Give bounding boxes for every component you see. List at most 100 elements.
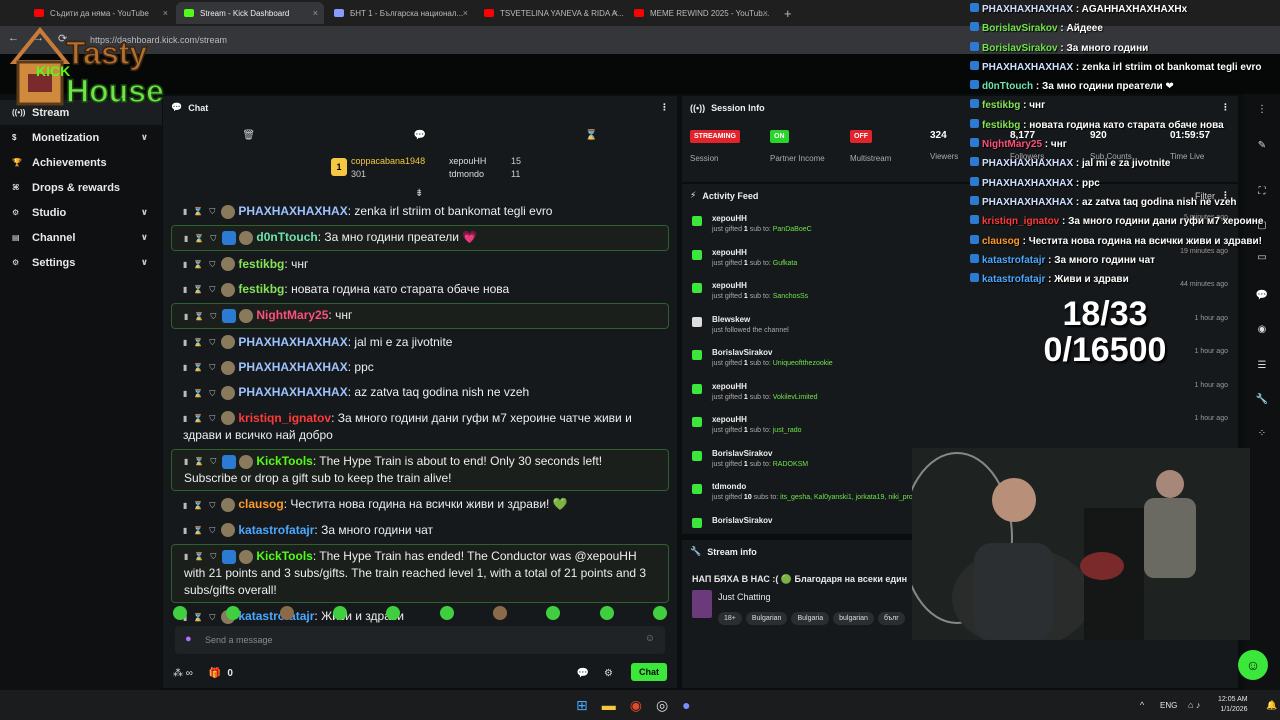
stream-tag[interactable]: бълг bbox=[877, 612, 905, 625]
chat-username[interactable]: PHAXHAXHAXHAX bbox=[238, 385, 347, 399]
new-tab-icon[interactable]: + bbox=[776, 6, 800, 21]
timeout-icon[interactable]: ⌛ bbox=[193, 281, 203, 298]
emote-icon[interactable] bbox=[546, 606, 561, 620]
chat-username[interactable]: NightMary25 bbox=[256, 308, 328, 322]
chat-username[interactable]: katastrofatajr bbox=[238, 523, 314, 537]
sidebar-item-settings[interactable]: ⚙ Settings ∨ bbox=[0, 250, 162, 275]
discord-icon[interactable]: ● bbox=[682, 697, 690, 714]
stream-tag[interactable]: Bulgaria bbox=[791, 612, 830, 625]
stream-tag[interactable]: 18+ bbox=[718, 612, 742, 625]
chat-username[interactable]: PHAXHAXHAXHAX bbox=[238, 360, 347, 374]
pin-icon[interactable]: ▮ bbox=[183, 410, 187, 427]
pin-icon[interactable]: ▮ bbox=[184, 230, 188, 247]
mic-icon[interactable]: ● bbox=[185, 633, 192, 645]
activity-target[interactable]: Uniqueoftthezookie bbox=[773, 360, 833, 367]
obs-icon[interactable]: ◎ bbox=[656, 697, 668, 714]
emote-icon[interactable] bbox=[599, 606, 614, 620]
chat-username[interactable]: KickTools bbox=[256, 454, 312, 468]
ban-icon[interactable]: ⛉ bbox=[209, 334, 215, 351]
sidebar-item-achievements[interactable]: 🏆 Achievements bbox=[0, 150, 162, 175]
pin-icon[interactable]: ▮ bbox=[183, 203, 187, 220]
emote-icon[interactable] bbox=[173, 606, 187, 620]
browser-tab[interactable]: Stream - Kick Dashboard × bbox=[176, 2, 324, 24]
ban-icon[interactable]: ⛉ bbox=[209, 522, 215, 539]
chat-username[interactable]: festikbg bbox=[238, 257, 284, 271]
activity-target[interactable]: VokilevLimited bbox=[773, 394, 818, 401]
support-chat-button[interactable]: ☺ bbox=[1238, 650, 1268, 680]
activity-target[interactable]: Gufkata bbox=[773, 260, 798, 267]
timeout-icon[interactable]: ⌛ bbox=[193, 359, 203, 376]
timeout-icon[interactable]: ⌛ bbox=[194, 453, 204, 470]
chevron-down-icon[interactable]: ∨ bbox=[141, 232, 148, 243]
list-icon[interactable]: ☰ bbox=[1255, 360, 1269, 374]
sidebar-item-drops-rewards[interactable]: ⌘ Drops & rewards bbox=[0, 175, 162, 200]
timeout-icon[interactable]: ⌛ bbox=[193, 522, 203, 539]
ban-icon[interactable]: ⛉ bbox=[209, 385, 215, 402]
hourglass-icon[interactable]: ⌛ bbox=[585, 130, 597, 141]
pin-icon[interactable]: ▮ bbox=[184, 548, 188, 565]
emote-icon[interactable] bbox=[332, 606, 347, 620]
tab-close-icon[interactable]: × bbox=[763, 8, 768, 18]
emote-icon[interactable] bbox=[439, 606, 454, 620]
infinity-icon[interactable]: ⁂ ∞ bbox=[173, 668, 193, 679]
ban-icon[interactable]: ⛉ bbox=[209, 497, 215, 514]
start-icon[interactable]: ⊞ bbox=[576, 697, 588, 714]
ban-icon[interactable]: ⛉ bbox=[209, 203, 215, 220]
ban-icon[interactable]: ⛉ bbox=[209, 256, 215, 273]
timeout-icon[interactable]: ⌛ bbox=[194, 230, 204, 247]
scroll-down-icon[interactable]: ⇟ bbox=[415, 188, 423, 199]
stream-tag[interactable]: Bulgarian bbox=[745, 612, 788, 625]
chat-username[interactable]: KickTools bbox=[256, 549, 312, 563]
ban-icon[interactable]: ⛉ bbox=[210, 230, 216, 247]
ban-icon[interactable]: ⛉ bbox=[210, 548, 216, 565]
ban-icon[interactable]: ⛉ bbox=[209, 359, 215, 376]
emote-icon[interactable] bbox=[226, 606, 241, 620]
pin-icon[interactable]: ▮ bbox=[183, 385, 187, 402]
wrench-icon[interactable]: 🔧 bbox=[1255, 394, 1269, 408]
tab-close-icon[interactable]: × bbox=[163, 8, 168, 18]
clock[interactable]: 12:05 AM 1/1/2026 bbox=[1218, 695, 1248, 715]
tab-close-icon[interactable]: × bbox=[613, 8, 618, 18]
activity-target[interactable]: RADOKSM bbox=[773, 461, 808, 468]
chat-username[interactable]: kristiqn_ignatov bbox=[238, 411, 331, 425]
pin-icon[interactable]: ▮ bbox=[183, 359, 187, 376]
chevron-down-icon[interactable]: ∨ bbox=[141, 132, 148, 143]
chat-username[interactable]: PHAXHAXHAXHAX bbox=[238, 204, 347, 218]
chrome-icon[interactable]: ◉ bbox=[630, 697, 642, 714]
emote-icon[interactable] bbox=[652, 606, 667, 620]
pin-icon[interactable]: ▮ bbox=[183, 334, 187, 351]
browser-tab[interactable]: Съдити да няма - YouTube × bbox=[26, 2, 174, 24]
tab-close-icon[interactable]: × bbox=[313, 8, 318, 18]
activity-user[interactable]: хероuHH bbox=[712, 382, 1228, 391]
pin-icon[interactable]: ▮ bbox=[183, 256, 187, 273]
timeout-icon[interactable]: ⌛ bbox=[193, 334, 203, 351]
broadcast-icon[interactable]: ◉ bbox=[1255, 324, 1269, 338]
chat-username[interactable]: festikbg bbox=[238, 282, 284, 296]
ban-icon[interactable]: ⛉ bbox=[209, 281, 215, 298]
chevron-down-icon[interactable]: ∨ bbox=[141, 207, 148, 218]
ban-icon[interactable]: ⛉ bbox=[209, 410, 215, 427]
ban-icon[interactable]: ⛉ bbox=[210, 308, 216, 325]
timeout-icon[interactable]: ⌛ bbox=[193, 256, 203, 273]
sidebar-item-monetization[interactable]: $ Monetization ∨ bbox=[0, 125, 162, 150]
stream-tag[interactable]: bulgarian bbox=[833, 612, 874, 625]
notification-icon[interactable]: 🔔 bbox=[1266, 700, 1277, 711]
timeout-icon[interactable]: ⌛ bbox=[193, 497, 203, 514]
activity-target[interactable]: just_rado bbox=[773, 427, 802, 434]
browser-tab[interactable]: БНТ 1 - Българска национал... × bbox=[326, 2, 474, 24]
emote-icon[interactable] bbox=[386, 606, 401, 620]
browser-tab[interactable]: MEME REWIND 2025 - YouTub... × bbox=[626, 2, 774, 24]
emote-icon[interactable] bbox=[279, 606, 294, 620]
gear-icon[interactable]: ⚙ bbox=[604, 668, 613, 679]
network-icon[interactable]: ⌂ ♪ bbox=[1188, 700, 1200, 710]
timeout-icon[interactable]: ⌛ bbox=[194, 308, 204, 325]
more-icon[interactable]: ⋮ bbox=[660, 102, 669, 113]
sidebar-item-channel[interactable]: ▤ Channel ∨ bbox=[0, 225, 162, 250]
pin-icon[interactable]: ▮ bbox=[183, 281, 187, 298]
folder-icon[interactable]: ▬ bbox=[602, 697, 616, 714]
timeout-icon[interactable]: ⌛ bbox=[193, 203, 203, 220]
speech-icon[interactable]: 💬 bbox=[414, 130, 426, 141]
pin-icon[interactable]: ▮ bbox=[184, 308, 188, 325]
timeout-icon[interactable]: ⌛ bbox=[193, 410, 203, 427]
pin-icon[interactable]: ▮ bbox=[184, 453, 188, 470]
